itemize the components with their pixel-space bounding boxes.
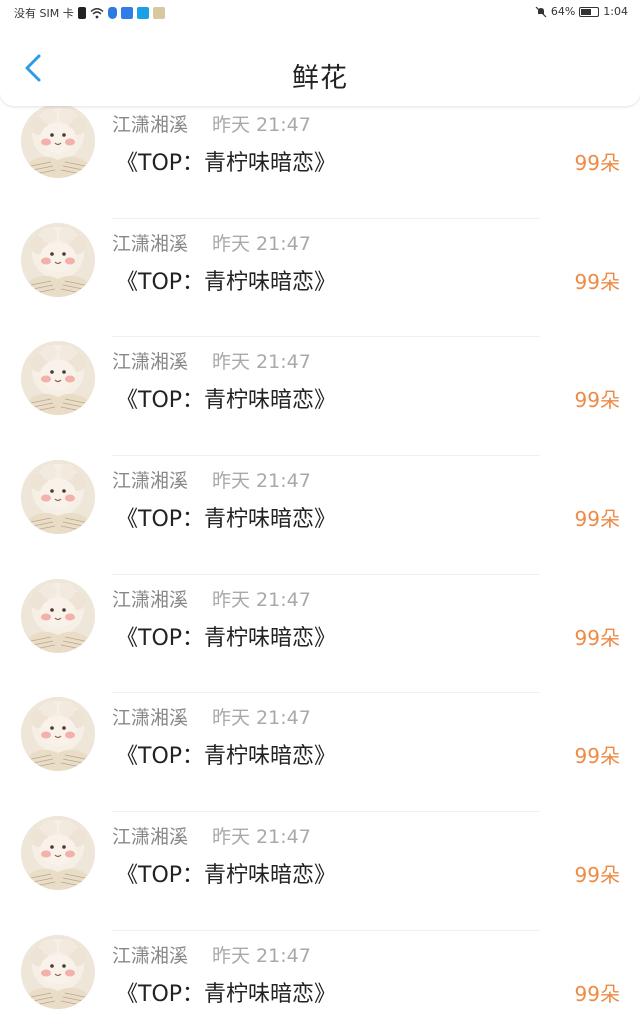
list-item[interactable]: 江潇湘溪 昨天 21:47 《TOP：青柠味暗恋》 99朵 — [0, 337, 640, 457]
avatar[interactable] — [21, 816, 95, 891]
bell-muted-icon — [535, 6, 547, 18]
user-name[interactable]: 江潇湘溪 — [112, 347, 188, 374]
status-right: 64% 1:04 — [535, 5, 628, 18]
sheep-avatar-icon — [21, 460, 95, 535]
send-time: 昨天 21:47 — [212, 470, 311, 493]
status-left: 没有 SIM 卡 — [14, 5, 165, 21]
list-item[interactable]: 江潇湘溪 昨天 21:47 《TOP：青柠味暗恋》 99朵 — [0, 219, 640, 338]
send-time: 昨天 21:47 — [212, 826, 311, 849]
avatar[interactable] — [21, 578, 95, 653]
sheep-avatar-icon — [21, 697, 95, 772]
list-item[interactable]: 江潇湘溪 昨天 21:47 《TOP：青柠味暗恋》 99朵 — [0, 931, 640, 1024]
qq-icon — [136, 7, 149, 19]
battery-percent: 64% — [550, 5, 576, 18]
flower-count: 99朵 — [574, 269, 620, 294]
user-name[interactable]: 江潇湘溪 — [112, 703, 188, 730]
header-bar: 鲜花 — [0, 26, 640, 106]
sim-slot-icon — [77, 7, 86, 19]
user-name[interactable]: 江潇湘溪 — [112, 229, 188, 256]
sheep-avatar-icon — [21, 222, 95, 297]
avatar[interactable] — [21, 460, 95, 535]
gift-title: 《TOP：青柠味暗恋》 — [116, 388, 337, 414]
send-time: 昨天 21:47 — [212, 707, 311, 730]
flowers-page: 没有 SIM 卡 64% 1:04 鲜花 江潇湘溪 昨天 21:47 《TOP：… — [0, 0, 640, 1024]
user-name[interactable]: 江潇湘溪 — [112, 941, 188, 968]
gift-title: 《TOP：青柠味暗恋》 — [116, 863, 337, 889]
user-name[interactable]: 江潇湘溪 — [112, 466, 188, 493]
sheep-avatar-icon — [21, 934, 95, 1009]
gift-title: 《TOP：青柠味暗恋》 — [116, 744, 337, 770]
avatar[interactable] — [21, 934, 95, 1009]
battery-icon — [579, 6, 600, 17]
list-item[interactable]: 江潇湘溪 昨天 21:47 《TOP：青柠味暗恋》 99朵 — [0, 693, 640, 813]
flower-record-list: 江潇湘溪 昨天 21:47 《TOP：青柠味暗恋》 99朵 江潇湘溪 昨天 21… — [0, 100, 640, 1024]
battery-fill — [581, 8, 592, 15]
send-time: 昨天 21:47 — [212, 114, 311, 136]
user-name[interactable]: 江潇湘溪 — [112, 585, 188, 612]
avatar[interactable] — [21, 341, 95, 416]
avatar-notification-icon — [152, 7, 165, 19]
list-item[interactable]: 江潇湘溪 昨天 21:47 《TOP：青柠味暗恋》 99朵 — [0, 100, 640, 219]
gift-title: 《TOP：青柠味暗恋》 — [116, 981, 337, 1007]
flower-count: 99朵 — [574, 625, 620, 650]
flower-count: 99朵 — [574, 981, 620, 1006]
gift-title: 《TOP：青柠味暗恋》 — [116, 269, 337, 295]
user-name[interactable]: 江潇湘溪 — [112, 822, 188, 849]
flower-count: 99朵 — [574, 507, 620, 532]
carrier-label: 没有 SIM 卡 — [14, 7, 74, 20]
flower-count: 99朵 — [574, 863, 620, 888]
gift-title: 《TOP：青柠味暗恋》 — [116, 151, 337, 176]
flower-count: 99朵 — [574, 744, 620, 769]
send-time: 昨天 21:47 — [212, 232, 311, 255]
sheep-avatar-icon — [21, 341, 95, 416]
wifi-icon — [90, 7, 104, 19]
shield-icon — [107, 7, 117, 19]
flower-count: 99朵 — [574, 151, 620, 175]
status-bar: 没有 SIM 卡 64% 1:04 — [0, 0, 640, 26]
avatar[interactable] — [21, 222, 95, 297]
send-time: 昨天 21:47 — [212, 944, 311, 967]
gift-title: 《TOP：青柠味暗恋》 — [116, 507, 337, 533]
page-title: 鲜花 — [292, 63, 348, 94]
send-time: 昨天 21:47 — [212, 588, 311, 611]
avatar[interactable] — [21, 697, 95, 772]
sheep-avatar-icon — [21, 578, 95, 653]
list-item[interactable]: 江潇湘溪 昨天 21:47 《TOP：青柠味暗恋》 99朵 — [0, 812, 640, 931]
sheep-avatar-icon — [21, 816, 95, 891]
avatar[interactable] — [21, 104, 95, 178]
clock: 1:04 — [603, 5, 628, 18]
list-item[interactable]: 江潇湘溪 昨天 21:47 《TOP：青柠味暗恋》 99朵 — [0, 575, 640, 694]
user-name[interactable]: 江潇湘溪 — [112, 110, 188, 137]
app-notification-icon — [120, 7, 133, 19]
sheep-avatar-icon — [21, 104, 95, 178]
send-time: 昨天 21:47 — [212, 351, 311, 374]
gift-title: 《TOP：青柠味暗恋》 — [116, 625, 337, 651]
flower-count: 99朵 — [574, 388, 620, 413]
list-item[interactable]: 江潇湘溪 昨天 21:47 《TOP：青柠味暗恋》 99朵 — [0, 456, 640, 575]
